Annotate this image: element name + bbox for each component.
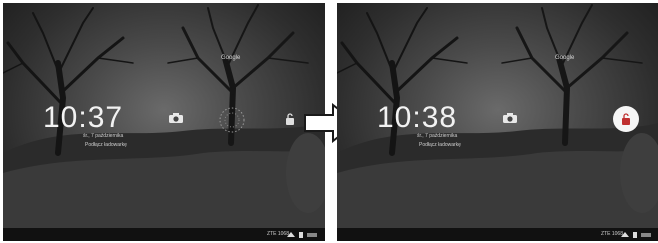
lockscreen-after: Google 10:38 śr., 7 października Podłącz… xyxy=(337,3,658,241)
google-label: Google xyxy=(221,55,241,61)
unlock-icon[interactable] xyxy=(283,112,297,126)
camera-icon[interactable] xyxy=(168,112,184,124)
unlock-icon xyxy=(622,113,630,125)
clock-time: 10:37 xyxy=(43,101,124,134)
camera-icon[interactable] xyxy=(502,112,518,124)
wifi-icon xyxy=(287,232,295,237)
battery-icon xyxy=(299,232,303,238)
owner-info: Podłącz ładowarkę xyxy=(419,142,461,148)
status-bar: ZTE 1068 xyxy=(337,228,658,241)
status-icons xyxy=(287,232,317,238)
clock-date: śr., 7 października xyxy=(417,133,458,139)
owner-info: Podłącz ładowarkę xyxy=(85,142,127,148)
wifi-icon xyxy=(621,232,629,237)
unlock-ring-icon[interactable] xyxy=(217,105,247,135)
google-label: Google xyxy=(555,55,575,61)
clock-time: 10:38 xyxy=(377,101,458,134)
status-icons xyxy=(621,232,651,238)
status-bar: ZTE 1068 xyxy=(3,228,325,241)
clock-date: śr., 7 października xyxy=(83,133,124,139)
unlock-button[interactable] xyxy=(613,106,639,132)
lockscreen-before: Google 10:37 śr., 7 października Podłącz… xyxy=(3,3,325,241)
battery-icon xyxy=(633,232,637,238)
